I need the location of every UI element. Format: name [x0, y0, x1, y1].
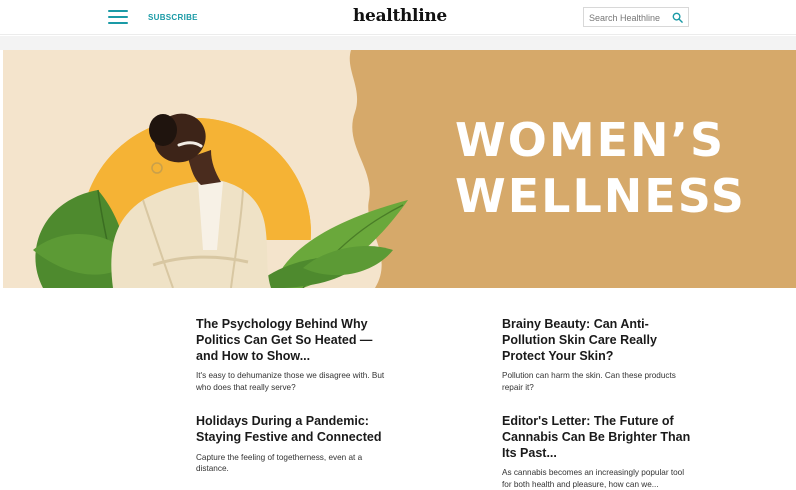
article-card[interactable]: Editor's Letter: The Future of Cannabis … [502, 414, 692, 490]
article-summary: It's easy to dehumanize those we disagre… [196, 371, 385, 392]
article-card[interactable]: The Psychology Behind Why Politics Can G… [196, 317, 386, 393]
site-header: SUBSCRIBE healthline [0, 0, 796, 35]
hero-title-line2: WELLNESS [455, 169, 746, 223]
hero-title: WOMEN’S WELLNESS [455, 112, 746, 224]
header-divider-band [0, 36, 796, 50]
hero-title-line1: WOMEN’S [455, 113, 726, 167]
hero-banner[interactable]: WOMEN’S WELLNESS [3, 50, 796, 288]
article-title[interactable]: Brainy Beauty: Can Anti-Pollution Skin C… [502, 317, 692, 364]
subscribe-link[interactable]: SUBSCRIBE [148, 13, 198, 22]
hamburger-menu-icon[interactable] [108, 10, 128, 25]
article-summary: Capture the feeling of togetherness, eve… [196, 452, 363, 473]
search-icon[interactable] [672, 12, 683, 23]
healthline-logo[interactable]: healthline [353, 6, 447, 26]
article-title[interactable]: Holidays During a Pandemic: Staying Fest… [196, 414, 386, 446]
article-summary: Pollution can harm the skin. Can these p… [502, 371, 676, 392]
article-summary: As cannabis becomes an increasingly popu… [502, 468, 685, 489]
search-box[interactable] [583, 7, 689, 27]
article-title[interactable]: The Psychology Behind Why Politics Can G… [196, 317, 386, 364]
search-input[interactable] [589, 11, 669, 24]
article-card[interactable]: Holidays During a Pandemic: Staying Fest… [196, 414, 386, 474]
article-card[interactable]: Brainy Beauty: Can Anti-Pollution Skin C… [502, 317, 692, 393]
article-title[interactable]: Editor's Letter: The Future of Cannabis … [502, 414, 692, 461]
